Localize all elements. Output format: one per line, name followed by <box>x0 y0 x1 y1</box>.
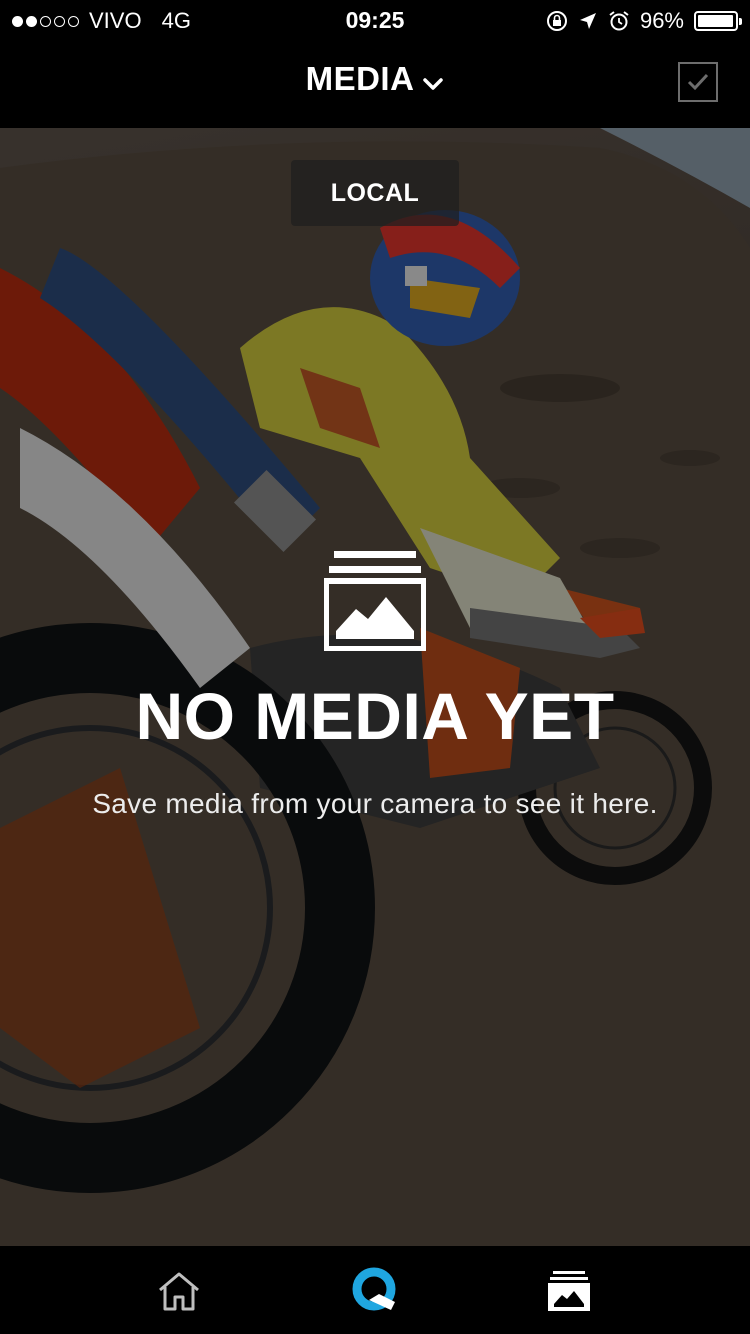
local-filter-button[interactable]: LOCAL <box>291 160 459 226</box>
empty-state-title: NO MEDIA YET <box>135 679 615 753</box>
media-library-tab-icon <box>548 1271 590 1311</box>
media-title-dropdown[interactable]: MEDIA <box>0 60 750 100</box>
orientation-lock-icon <box>546 11 567 31</box>
nav-bar: MEDIA <box>0 40 750 128</box>
tab-bar <box>0 1246 750 1334</box>
battery-percent: 96% <box>639 8 684 33</box>
empty-state-subtitle: Save media from your camera to see it he… <box>92 788 658 819</box>
home-icon <box>159 1272 199 1311</box>
local-filter-label: LOCAL <box>330 178 420 207</box>
select-checkbox-button[interactable] <box>678 62 718 102</box>
status-right: 96% <box>546 8 742 34</box>
battery-icon <box>694 11 742 31</box>
location-arrow-icon <box>579 13 596 29</box>
tab-home[interactable] <box>154 1266 204 1316</box>
status-bar: VIVO 4G 09:25 96% <box>0 0 750 40</box>
tab-quik[interactable] <box>349 1266 399 1316</box>
tab-media[interactable] <box>544 1266 594 1316</box>
checkmark-icon <box>687 73 709 91</box>
media-library-icon <box>324 551 426 651</box>
quik-icon <box>352 1267 396 1311</box>
chevron-down-icon <box>422 62 444 100</box>
page-title: MEDIA <box>305 60 415 97</box>
alarm-clock-icon <box>609 11 629 31</box>
background-photo: LOCAL NO MEDIA YET Save media from your … <box>0 128 750 1246</box>
screen: VIVO 4G 09:25 96% MEDIA LOCAL NO MEDIA Y… <box>0 0 750 1334</box>
